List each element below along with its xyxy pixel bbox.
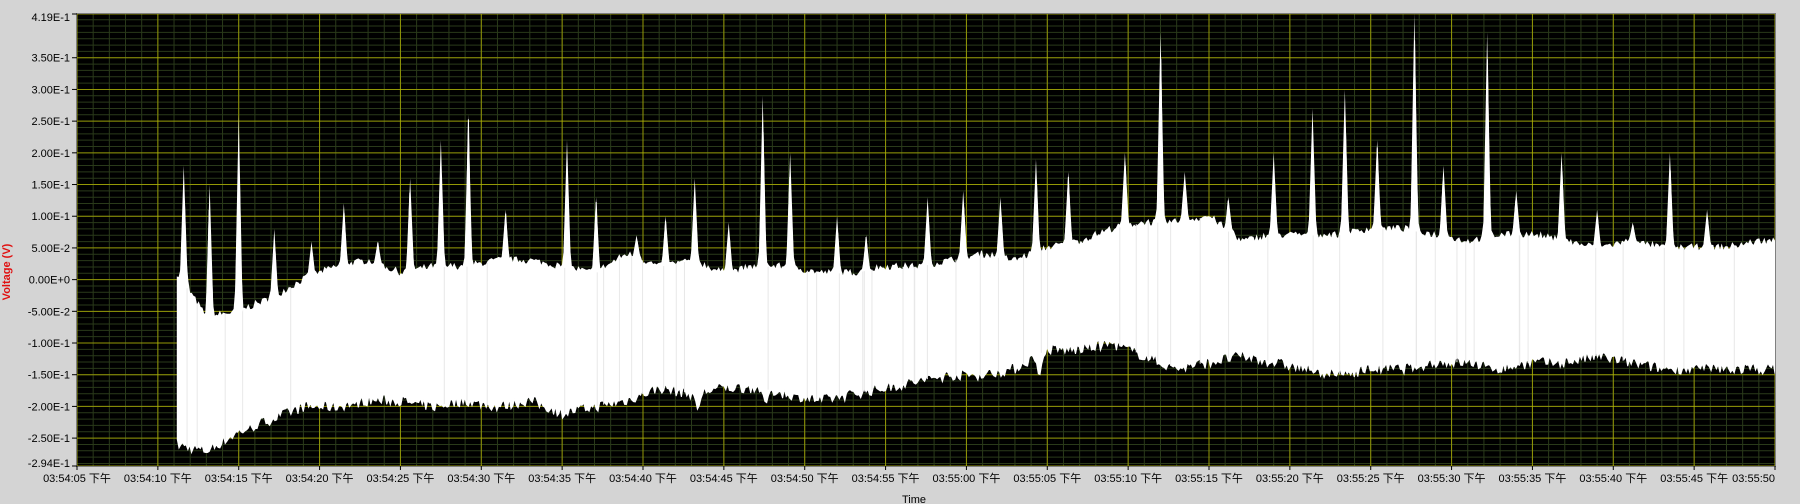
y-tick-label: -1.50E-1 [28, 370, 70, 382]
x-tick-label: 03:55:25 下午 [1337, 472, 1405, 485]
y-tick-label: 4.19E-1 [31, 12, 70, 24]
x-tick-label: 03:55:50 [1732, 473, 1775, 485]
y-tick-label: 3.50E-1 [31, 53, 70, 65]
x-tick-label: 03:55:30 下午 [1418, 472, 1486, 485]
y-tick-label: -2.00E-1 [28, 401, 70, 413]
x-tick-label: 03:55:45 下午 [1660, 472, 1728, 485]
x-tick-label: 03:55:35 下午 [1498, 472, 1566, 485]
x-tick-label: 03:54:20 下午 [286, 472, 354, 485]
y-tick-label: 0.00E+0 [29, 275, 70, 287]
x-tick-label: 03:54:45 下午 [690, 472, 758, 485]
x-tick-label: 03:55:05 下午 [1013, 472, 1081, 485]
x-tick-label: 03:54:05 下午 [43, 472, 111, 485]
y-tick-label: 2.50E-1 [31, 116, 70, 128]
y-tick-label: 3.00E-1 [31, 84, 70, 96]
x-tick-label: 03:54:25 下午 [366, 472, 434, 485]
x-tick-label: 03:54:35 下午 [528, 472, 596, 485]
x-tick-label: 03:55:00 下午 [932, 472, 1000, 485]
x-tick-label: 03:54:55 下午 [852, 472, 920, 485]
y-axis-title: Voltage (V) [1, 243, 13, 300]
x-tick-label: 03:54:15 下午 [205, 472, 273, 485]
y-tick-label: -2.50E-1 [28, 433, 70, 445]
x-tick-label: 03:55:20 下午 [1256, 472, 1324, 485]
y-tick-label: -1.00E-1 [28, 338, 70, 350]
y-tick-label: -2.94E-1 [28, 458, 70, 470]
x-axis-title: Time [902, 494, 926, 504]
y-tick-label: 1.50E-1 [31, 180, 70, 192]
y-tick-label: 5.00E-2 [31, 243, 70, 255]
x-tick-label: 03:54:30 下午 [447, 472, 515, 485]
y-tick-label: -5.00E-2 [28, 306, 70, 318]
x-tick-label: 03:54:50 下午 [771, 472, 839, 485]
waveform-chart: 4.19E-1 3.50E-1 3.00E-1 2.50E-1 2.00E-1 1.50E… [0, 0, 1800, 504]
x-tick-label: 03:55:10 下午 [1094, 472, 1162, 485]
waveform-chart-panel: 4.19E-1 3.50E-1 3.00E-1 2.50E-1 2.00E-1 1.50E… [0, 0, 1800, 504]
x-tick-label: 03:54:40 下午 [609, 472, 677, 485]
x-tick-label: 03:55:15 下午 [1175, 472, 1243, 485]
y-tick-label: 2.00E-1 [31, 148, 70, 160]
x-tick-label: 03:55:40 下午 [1579, 472, 1647, 485]
y-tick-label: 1.00E-1 [31, 211, 70, 223]
x-tick-label: 03:54:10 下午 [124, 472, 192, 485]
